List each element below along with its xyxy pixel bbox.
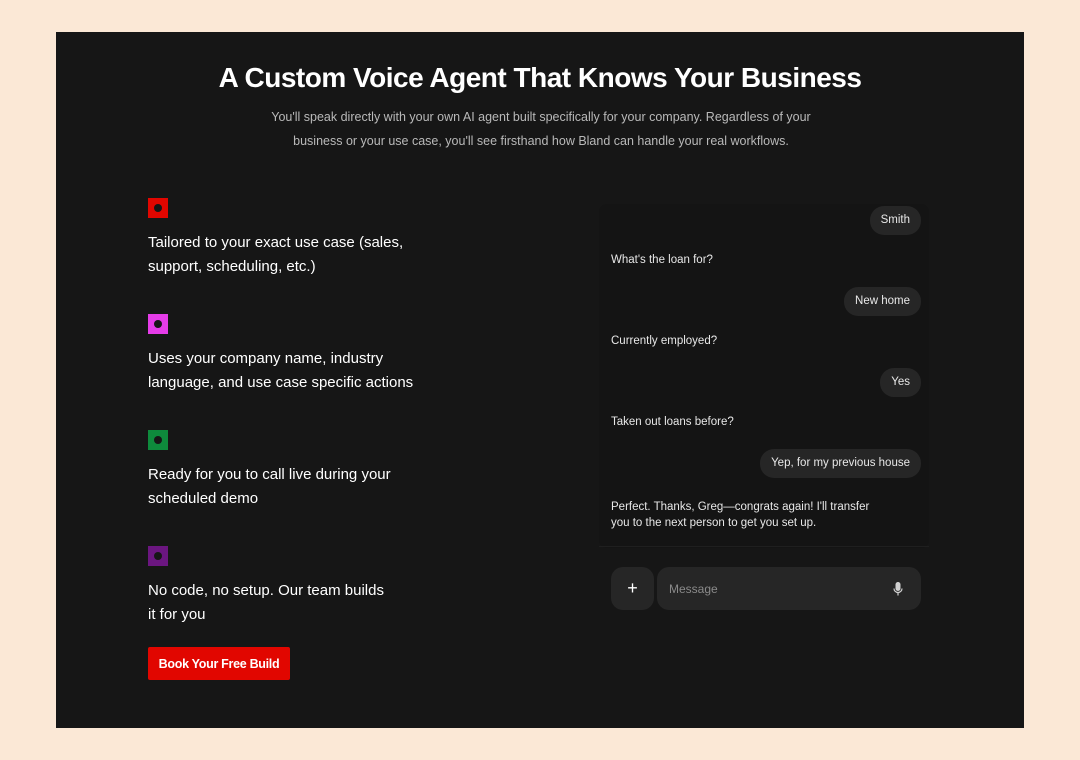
chat-message-user: New home xyxy=(844,287,921,316)
feature-item: No code, no setup. Our team builds it fo… xyxy=(148,546,393,627)
feature-text: Uses your company name, industry languag… xyxy=(148,350,414,391)
bullet-marker-icon xyxy=(148,430,168,450)
feature-text: Tailored to your exact use case (sales, … xyxy=(148,234,404,275)
chat-message-agent: Currently employed? xyxy=(611,335,718,347)
chat-message-agent: What's the loan for? xyxy=(611,254,713,266)
feature-item: Uses your company name, industry languag… xyxy=(148,314,448,395)
feature-item: Tailored to your exact use case (sales, … xyxy=(148,198,458,279)
chat-divider xyxy=(599,546,929,547)
feature-item: Ready for you to call live during your s… xyxy=(148,430,393,511)
demo-section: A Custom Voice Agent That Knows Your Bus… xyxy=(56,32,1024,728)
feature-text: No code, no setup. Our team builds it fo… xyxy=(148,582,384,623)
chat-message-agent: Perfect. Thanks, Greg—congrats again! I'… xyxy=(611,501,870,529)
chat-message-user: Yes xyxy=(880,368,921,397)
page-title: A Custom Voice Agent That Knows Your Bus… xyxy=(218,62,862,93)
bullet-marker-icon xyxy=(148,314,168,334)
chat-transcript: Smith What's the loan for? New home Curr… xyxy=(599,204,929,548)
message-composer xyxy=(657,567,921,610)
chat-message-user: Yep, for my previous house xyxy=(760,449,921,478)
message-input[interactable] xyxy=(669,567,879,610)
page-subtitle: You'll speak directly with your own AI a… xyxy=(271,110,811,148)
microphone-icon[interactable] xyxy=(893,582,903,596)
add-attachment-button[interactable]: + xyxy=(611,567,654,610)
bullet-marker-icon xyxy=(148,546,168,566)
bullet-marker-icon xyxy=(148,198,168,218)
feature-text: Ready for you to call live during your s… xyxy=(148,466,391,507)
book-free-build-button[interactable]: Book Your Free Build xyxy=(148,647,290,680)
chat-message-user: Smith xyxy=(869,206,921,235)
chat-message-agent: Taken out loans before? xyxy=(611,416,734,428)
